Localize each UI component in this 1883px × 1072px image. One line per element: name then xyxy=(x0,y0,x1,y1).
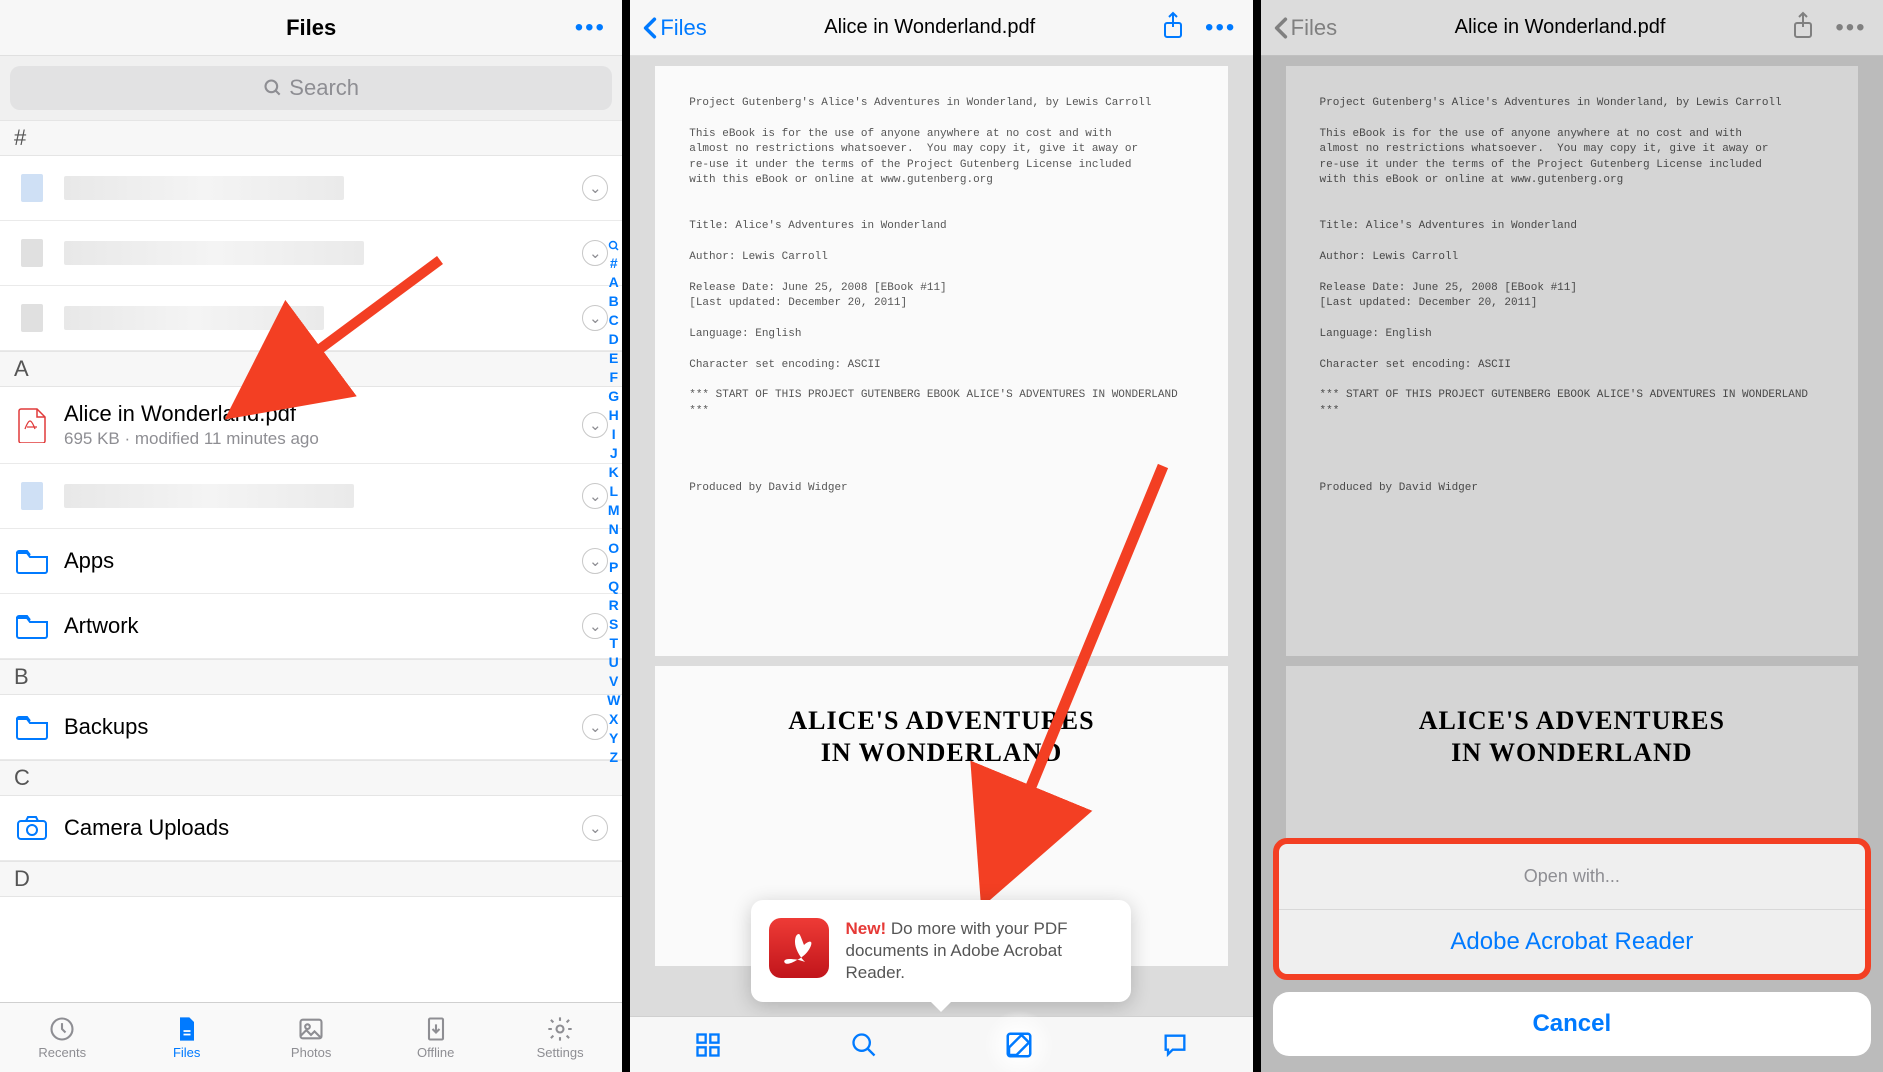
search-placeholder: Search xyxy=(289,75,359,101)
tooltip-new-label: New! xyxy=(845,919,886,938)
tab-settings[interactable]: Settings xyxy=(498,1003,622,1072)
file-meta: 695 KB · modified 11 minutes ago xyxy=(64,429,582,449)
section-header-hash: # xyxy=(0,120,622,156)
topbar: Files Alice in Wonderland.pdf ••• xyxy=(630,0,1252,56)
search-button[interactable] xyxy=(844,1031,884,1059)
chevron-down-icon[interactable]: ⌄ xyxy=(582,240,608,266)
pdf-viewer-panel: Files Alice in Wonderland.pdf ••• Projec… xyxy=(630,0,1260,1072)
page-title: Files xyxy=(52,15,570,41)
section-header-c: C xyxy=(0,760,622,796)
page-title: Alice in Wonderland.pdf xyxy=(1337,16,1783,39)
tab-bar: Recents Files Photos Offline Settings xyxy=(0,1002,622,1072)
file-name: Alice in Wonderland.pdf xyxy=(64,401,582,427)
document-viewport[interactable]: Project Gutenberg's Alice's Adventures i… xyxy=(630,56,1252,1072)
chevron-down-icon[interactable]: ⌄ xyxy=(582,305,608,331)
list-item[interactable]: ⌄ xyxy=(0,221,622,286)
folder-camera-uploads[interactable]: Camera Uploads ⌄ xyxy=(0,796,622,861)
pdf-icon xyxy=(14,407,50,443)
chevron-down-icon[interactable]: ⌄ xyxy=(582,548,608,574)
more-button[interactable]: ••• xyxy=(570,14,610,42)
tooltip-popover: New! Do more with your PDF documents in … xyxy=(751,900,1131,1002)
list-item[interactable]: ⌄ xyxy=(0,156,622,221)
folder-artwork[interactable]: Artwork ⌄ xyxy=(0,594,622,659)
share-button[interactable] xyxy=(1153,11,1193,44)
index-strip[interactable]: #ABCDEFGHIJKLMNOPQRSTUVWXYZ xyxy=(607,240,620,765)
section-header-d: D xyxy=(0,861,622,897)
folder-icon xyxy=(14,543,50,579)
list-item[interactable]: ⌄ xyxy=(0,464,622,529)
chevron-down-icon[interactable]: ⌄ xyxy=(582,714,608,740)
more-button[interactable]: ••• xyxy=(1831,14,1871,42)
chevron-down-icon[interactable]: ⌄ xyxy=(582,815,608,841)
topbar: Files ••• xyxy=(0,0,622,56)
list-item[interactable]: ⌄ xyxy=(0,286,622,351)
files-list-panel: Files ••• Search # ⌄ ⌄ ⌄ A xyxy=(0,0,630,1072)
tab-offline[interactable]: Offline xyxy=(373,1003,497,1072)
back-button[interactable]: Files xyxy=(642,15,706,41)
action-sheet-title: Open with... xyxy=(1279,844,1865,910)
grid-view-button[interactable] xyxy=(688,1031,728,1059)
tab-recents[interactable]: Recents xyxy=(0,1003,124,1072)
section-header-a: A xyxy=(0,351,622,387)
action-sheet-group-highlighted: Open with... Adobe Acrobat Reader xyxy=(1273,838,1871,980)
folder-backups[interactable]: Backups ⌄ xyxy=(0,695,622,760)
section-header-b: B xyxy=(0,659,622,695)
pdf-toolbar xyxy=(630,1016,1252,1072)
folder-icon xyxy=(14,608,50,644)
folder-icon xyxy=(14,709,50,745)
search-icon xyxy=(263,78,283,98)
tab-photos[interactable]: Photos xyxy=(249,1003,373,1072)
chevron-down-icon[interactable]: ⌄ xyxy=(582,613,608,639)
search-bar-container: Search xyxy=(0,56,622,110)
more-button[interactable]: ••• xyxy=(1201,14,1241,42)
page-title: Alice in Wonderland.pdf xyxy=(707,16,1153,39)
edit-annotate-button[interactable] xyxy=(999,1030,1039,1060)
document-page-1: Project Gutenberg's Alice's Adventures i… xyxy=(655,66,1228,656)
chevron-down-icon[interactable]: ⌄ xyxy=(582,412,608,438)
action-adobe-acrobat[interactable]: Adobe Acrobat Reader xyxy=(1279,910,1865,974)
tab-files[interactable]: Files xyxy=(124,1003,248,1072)
camera-icon xyxy=(14,810,50,846)
file-alice-pdf[interactable]: Alice in Wonderland.pdf 695 KB · modifie… xyxy=(0,387,622,464)
chevron-down-icon[interactable]: ⌄ xyxy=(582,483,608,509)
action-sheet: Open with... Adobe Acrobat Reader Cancel xyxy=(1261,828,1883,1072)
acrobat-icon xyxy=(769,918,829,978)
share-button[interactable] xyxy=(1783,11,1823,44)
comment-button[interactable] xyxy=(1155,1031,1195,1059)
open-with-panel: Files Alice in Wonderland.pdf ••• Projec… xyxy=(1261,0,1883,1072)
topbar: Files Alice in Wonderland.pdf ••• xyxy=(1261,0,1883,56)
folder-apps[interactable]: Apps ⌄ xyxy=(0,529,622,594)
back-button[interactable]: Files xyxy=(1273,15,1337,41)
action-sheet-cancel[interactable]: Cancel xyxy=(1273,992,1871,1056)
chevron-down-icon[interactable]: ⌄ xyxy=(582,175,608,201)
search-input[interactable]: Search xyxy=(10,66,612,110)
